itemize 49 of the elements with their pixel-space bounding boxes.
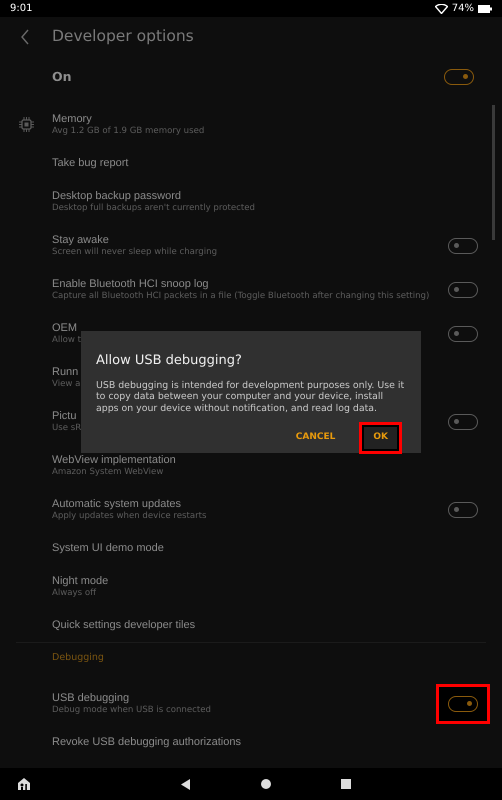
toggle-switch[interactable] [448,326,478,342]
setting-summary: Always off [52,588,98,599]
dialog-button[interactable]: OK [359,422,402,454]
setting-summary: View a [52,379,80,390]
master-label: On [52,68,72,86]
setting-title[interactable]: Enable Bluetooth HCI snoop log [52,278,430,291]
setting-title[interactable]: WebView implementation [52,454,176,467]
setting-summary: Debug mode when USB is connected [52,705,212,716]
setting-summary: Use sR [52,423,82,434]
toggle-switch[interactable] [448,414,478,430]
home-user-icon[interactable] [17,777,31,791]
setting-title[interactable]: Runn [52,366,80,379]
setting-summary: Allow t [52,335,82,346]
page-title: Developer options [52,26,194,48]
home-icon[interactable] [261,779,271,789]
setting-summary: Avg 1.2 GB of 1.9 GB memory used [52,126,204,137]
setting-summary: Apply updates when device restarts [52,511,207,522]
wifi-icon [434,4,448,14]
dialog-message: USB debugging is intended for development purposes only. Use it to copy data between your computer and your device, install apps on your device without notification, and read log data. [96,380,406,414]
section-header: Debugging [16,642,486,682]
toggle-switch[interactable] [448,502,478,518]
setting-summary: Screen will never sleep while charging [52,247,218,258]
setting-title[interactable]: Stay awake [52,234,218,247]
toggle-switch[interactable] [448,238,478,254]
setting-summary: Desktop full backups aren't currently protected [52,203,255,214]
setting-title[interactable]: Night mode [52,575,108,588]
setting-title[interactable]: Revoke USB debugging authorizations [52,736,241,749]
scrollbar[interactable] [492,105,495,240]
setting-title[interactable]: Automatic system updates [52,498,207,511]
dialog-button[interactable]: CANCEL [288,426,344,450]
dialog-title: Allow USB debugging? [96,352,243,370]
setting-title[interactable]: Memory [52,113,204,126]
setting-title[interactable]: Desktop backup password [52,190,255,203]
setting-summary: Amazon System WebView [52,467,164,478]
setting-title[interactable]: Quick settings developer tiles [52,619,196,632]
battery-icon [478,4,492,12]
battery-percent: 74% [452,2,474,16]
toggle-switch[interactable] [448,282,478,298]
setting-summary: Capture all Bluetooth HCI packets in a file (Toggle Bluetooth after changing this setting) [52,291,430,302]
setting-title[interactable]: System UI demo mode [52,542,164,555]
setting-title[interactable]: Pictu [52,410,82,423]
toggle-switch[interactable] [448,696,478,712]
back-icon[interactable] [181,778,190,790]
setting-title[interactable]: USB debugging [52,692,212,705]
setting-title[interactable]: Take bug report [52,157,128,170]
toggle-switch[interactable] [444,69,474,85]
status-time: 9:01 [10,2,32,16]
setting-title[interactable]: OEM [52,322,82,335]
chip-icon [19,117,34,132]
